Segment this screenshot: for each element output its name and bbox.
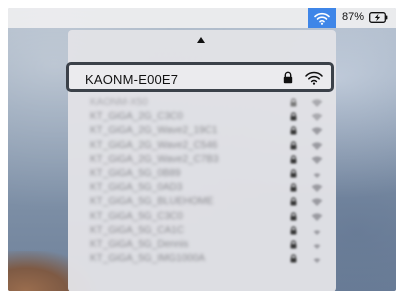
wifi-signal-icon <box>313 258 321 264</box>
lock-icon <box>283 71 293 84</box>
wifi-signal-icon <box>311 156 323 164</box>
wifi-signal-icon <box>311 212 323 221</box>
lock-icon <box>290 126 297 135</box>
network-name: KT_GiGA_5G_BLUEHOME <box>90 196 214 208</box>
menu-bar: 87% <box>8 8 396 28</box>
wifi-signal-icon <box>313 229 321 235</box>
network-name: KT_GiGA_5G_CA1C <box>90 224 184 236</box>
wifi-signal-icon <box>305 71 323 85</box>
network-name: KAONM-X50 <box>90 97 148 108</box>
network-item[interactable]: KT_GiGA_5G_Dennis <box>68 238 336 252</box>
network-item[interactable]: KT_GiGA_2G_Wave2_19C1 <box>68 124 336 138</box>
lock-icon <box>290 254 297 263</box>
lock-icon <box>290 140 297 150</box>
wifi-signal-icon <box>311 127 323 136</box>
network-name: KT_GiGA_5G_Dennis <box>90 238 189 250</box>
network-item[interactable]: KT_GiGA_5G_CA1C <box>68 224 336 238</box>
lock-icon <box>290 98 297 107</box>
network-name: KT_GiGA_5G_IMG1000A <box>90 253 206 265</box>
network-name: KT_GiGA_2G_Wave2_19C1 <box>90 125 218 137</box>
network-item[interactable]: KT_GiGA_5G_BLUEHOME <box>68 195 336 209</box>
wifi-signal-icon <box>311 184 323 193</box>
network-name: KT_GiGA_2G_Wave2_C546 <box>90 139 218 151</box>
network-item[interactable]: KT_GiGA_2G_Wave2_C546 <box>68 139 336 153</box>
network-item[interactable]: KT_GiGA_2G_C3C0 <box>68 110 336 124</box>
battery-charging-icon[interactable] <box>369 12 388 23</box>
lock-icon <box>290 183 297 192</box>
wifi-signal-icon <box>311 198 323 207</box>
lock-icon <box>290 211 297 220</box>
menubar-wifi-button[interactable] <box>308 8 336 28</box>
scroll-up-arrow-icon[interactable] <box>197 37 205 43</box>
lock-icon <box>290 169 297 178</box>
network-name: KT_GiGA_5G_0AD3 <box>90 182 183 194</box>
network-item[interactable]: KT_GiGA_5G_0B89 <box>68 167 336 181</box>
wifi-signal-icon <box>313 173 321 178</box>
battery-percentage[interactable]: 87% <box>342 11 364 23</box>
network-item[interactable]: KAONM-X50 <box>68 96 336 110</box>
screenshot-frame: 87% KAONM-E00E7 KAONM-X50 KT_GiGA_2G_C3C… <box>8 8 396 291</box>
wifi-menu-dropdown: KAONM-E00E7 KAONM-X50 KT_GiGA_2G_C3C0 KT… <box>66 30 336 291</box>
wifi-icon <box>314 12 330 25</box>
network-item[interactable]: KT_GiGA_5G_C3C0 <box>68 210 336 224</box>
network-name: KT_GiGA_2G_Wave2_C7B3 <box>90 153 219 165</box>
network-name: KT_GiGA_2G_C3C0 <box>90 111 183 123</box>
wifi-signal-icon <box>311 141 323 150</box>
network-item[interactable]: KT_GiGA_2G_Wave2_C7B3 <box>68 153 336 167</box>
network-item[interactable]: KT_GiGA_5G_IMG1000A <box>68 252 336 266</box>
network-name: KT_GiGA_5G_C3C0 <box>90 210 183 222</box>
network-item[interactable]: KT_GiGA_5G_0AD3 <box>68 181 336 195</box>
lock-icon <box>290 240 297 249</box>
lock-icon <box>290 226 297 235</box>
wifi-signal-icon <box>311 99 323 107</box>
selected-network-item[interactable]: KAONM-E00E7 <box>66 62 334 92</box>
lock-icon <box>290 112 297 121</box>
lock-icon <box>290 197 297 206</box>
selected-network-name: KAONM-E00E7 <box>85 72 179 87</box>
lock-icon <box>290 155 297 164</box>
wifi-signal-icon <box>313 244 321 249</box>
wifi-signal-icon <box>311 113 323 122</box>
network-list: KAONM-X50 KT_GiGA_2G_C3C0 KT_GiGA_2G_Wav… <box>68 96 336 266</box>
network-name: KT_GiGA_5G_0B89 <box>90 167 181 179</box>
